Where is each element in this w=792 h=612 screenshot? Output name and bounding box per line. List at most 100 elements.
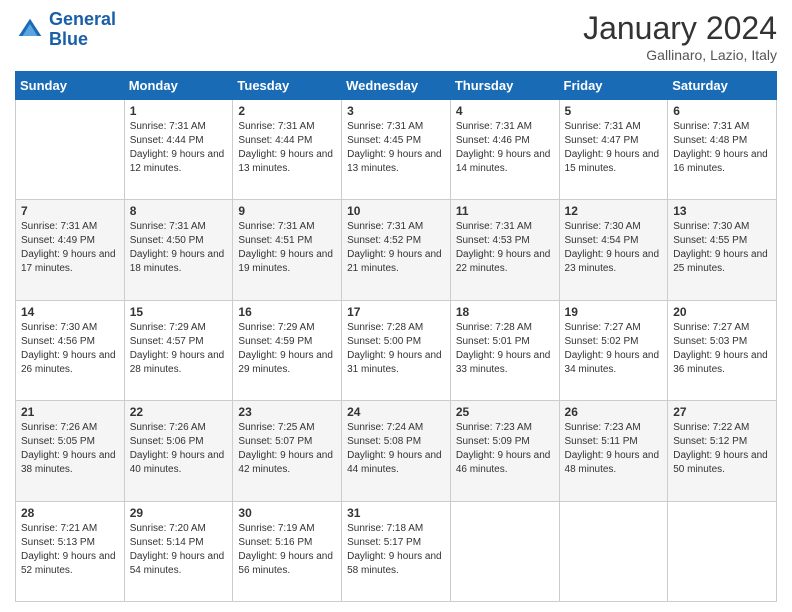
table-row: 13 Sunrise: 7:30 AM Sunset: 4:55 PM Dayl… (668, 200, 777, 300)
title-block: January 2024 Gallinaro, Lazio, Italy (583, 10, 777, 63)
table-row: 16 Sunrise: 7:29 AM Sunset: 4:59 PM Dayl… (233, 300, 342, 400)
table-row: 31 Sunrise: 7:18 AM Sunset: 5:17 PM Dayl… (342, 501, 451, 601)
table-row: 7 Sunrise: 7:31 AM Sunset: 4:49 PM Dayli… (16, 200, 125, 300)
day-number: 16 (238, 305, 336, 319)
cell-daylight: Daylight: 9 hours and 52 minutes. (21, 551, 116, 576)
header: General Blue January 2024 Gallinaro, Laz… (15, 10, 777, 63)
cell-sunset: Sunset: 5:06 PM (130, 436, 204, 447)
table-row (559, 501, 668, 601)
cell-sunset: Sunset: 4:51 PM (238, 235, 312, 246)
cell-sunset: Sunset: 4:59 PM (238, 336, 312, 347)
table-row: 25 Sunrise: 7:23 AM Sunset: 5:09 PM Dayl… (450, 401, 559, 501)
cell-sunset: Sunset: 5:00 PM (347, 336, 421, 347)
cell-sunset: Sunset: 4:57 PM (130, 336, 204, 347)
table-row: 15 Sunrise: 7:29 AM Sunset: 4:57 PM Dayl… (124, 300, 233, 400)
day-number: 25 (456, 405, 554, 419)
table-row: 29 Sunrise: 7:20 AM Sunset: 5:14 PM Dayl… (124, 501, 233, 601)
table-row: 14 Sunrise: 7:30 AM Sunset: 4:56 PM Dayl… (16, 300, 125, 400)
cell-sunset: Sunset: 5:13 PM (21, 537, 95, 548)
day-number: 6 (673, 104, 771, 118)
table-row (450, 501, 559, 601)
table-row (668, 501, 777, 601)
cell-daylight: Daylight: 9 hours and 44 minutes. (347, 450, 442, 475)
cell-sunset: Sunset: 5:01 PM (456, 336, 530, 347)
cell-sunset: Sunset: 4:44 PM (238, 135, 312, 146)
cell-daylight: Daylight: 9 hours and 33 minutes. (456, 350, 551, 375)
cell-daylight: Daylight: 9 hours and 25 minutes. (673, 249, 768, 274)
table-row: 19 Sunrise: 7:27 AM Sunset: 5:02 PM Dayl… (559, 300, 668, 400)
cell-sunrise: Sunrise: 7:25 AM (238, 422, 314, 433)
cell-sunrise: Sunrise: 7:26 AM (130, 422, 206, 433)
month-title: January 2024 (583, 10, 777, 47)
day-number: 1 (130, 104, 228, 118)
cell-sunset: Sunset: 4:56 PM (21, 336, 95, 347)
cell-daylight: Daylight: 9 hours and 40 minutes. (130, 450, 225, 475)
week-row-5: 28 Sunrise: 7:21 AM Sunset: 5:13 PM Dayl… (16, 501, 777, 601)
cell-sunrise: Sunrise: 7:26 AM (21, 422, 97, 433)
calendar-table: Sunday Monday Tuesday Wednesday Thursday… (15, 71, 777, 602)
day-number: 11 (456, 204, 554, 218)
cell-sunset: Sunset: 4:49 PM (21, 235, 95, 246)
cell-daylight: Daylight: 9 hours and 28 minutes. (130, 350, 225, 375)
cell-sunrise: Sunrise: 7:23 AM (456, 422, 532, 433)
table-row: 4 Sunrise: 7:31 AM Sunset: 4:46 PM Dayli… (450, 100, 559, 200)
cell-sunrise: Sunrise: 7:29 AM (238, 322, 314, 333)
week-row-2: 7 Sunrise: 7:31 AM Sunset: 4:49 PM Dayli… (16, 200, 777, 300)
cell-sunrise: Sunrise: 7:22 AM (673, 422, 749, 433)
cell-daylight: Daylight: 9 hours and 15 minutes. (565, 149, 660, 174)
cell-sunset: Sunset: 4:48 PM (673, 135, 747, 146)
cell-sunset: Sunset: 5:07 PM (238, 436, 312, 447)
cell-sunset: Sunset: 5:08 PM (347, 436, 421, 447)
cell-sunrise: Sunrise: 7:20 AM (130, 523, 206, 534)
cell-sunrise: Sunrise: 7:18 AM (347, 523, 423, 534)
col-saturday: Saturday (668, 72, 777, 100)
cell-sunrise: Sunrise: 7:31 AM (130, 221, 206, 232)
day-number: 30 (238, 506, 336, 520)
table-row: 30 Sunrise: 7:19 AM Sunset: 5:16 PM Dayl… (233, 501, 342, 601)
day-number: 26 (565, 405, 663, 419)
logo: General Blue (15, 10, 116, 50)
col-tuesday: Tuesday (233, 72, 342, 100)
cell-sunrise: Sunrise: 7:31 AM (456, 221, 532, 232)
day-number: 12 (565, 204, 663, 218)
day-number: 5 (565, 104, 663, 118)
table-row: 24 Sunrise: 7:24 AM Sunset: 5:08 PM Dayl… (342, 401, 451, 501)
cell-daylight: Daylight: 9 hours and 56 minutes. (238, 551, 333, 576)
calendar-header-row: Sunday Monday Tuesday Wednesday Thursday… (16, 72, 777, 100)
day-number: 4 (456, 104, 554, 118)
cell-sunset: Sunset: 4:44 PM (130, 135, 204, 146)
cell-sunrise: Sunrise: 7:30 AM (21, 322, 97, 333)
logo-icon (15, 15, 45, 45)
table-row: 22 Sunrise: 7:26 AM Sunset: 5:06 PM Dayl… (124, 401, 233, 501)
logo-text: General Blue (49, 10, 116, 50)
col-monday: Monday (124, 72, 233, 100)
cell-sunset: Sunset: 4:46 PM (456, 135, 530, 146)
cell-sunrise: Sunrise: 7:30 AM (565, 221, 641, 232)
day-number: 15 (130, 305, 228, 319)
cell-sunrise: Sunrise: 7:27 AM (565, 322, 641, 333)
cell-daylight: Daylight: 9 hours and 23 minutes. (565, 249, 660, 274)
cell-daylight: Daylight: 9 hours and 14 minutes. (456, 149, 551, 174)
cell-daylight: Daylight: 9 hours and 48 minutes. (565, 450, 660, 475)
day-number: 23 (238, 405, 336, 419)
cell-sunrise: Sunrise: 7:31 AM (238, 221, 314, 232)
cell-sunrise: Sunrise: 7:31 AM (238, 121, 314, 132)
cell-sunset: Sunset: 4:54 PM (565, 235, 639, 246)
cell-sunrise: Sunrise: 7:19 AM (238, 523, 314, 534)
cell-sunrise: Sunrise: 7:31 AM (21, 221, 97, 232)
cell-daylight: Daylight: 9 hours and 26 minutes. (21, 350, 116, 375)
day-number: 14 (21, 305, 119, 319)
cell-sunset: Sunset: 4:45 PM (347, 135, 421, 146)
day-number: 27 (673, 405, 771, 419)
week-row-3: 14 Sunrise: 7:30 AM Sunset: 4:56 PM Dayl… (16, 300, 777, 400)
cell-sunset: Sunset: 4:53 PM (456, 235, 530, 246)
cell-sunrise: Sunrise: 7:31 AM (565, 121, 641, 132)
cell-daylight: Daylight: 9 hours and 29 minutes. (238, 350, 333, 375)
col-thursday: Thursday (450, 72, 559, 100)
cell-sunset: Sunset: 5:17 PM (347, 537, 421, 548)
day-number: 8 (130, 204, 228, 218)
day-number: 29 (130, 506, 228, 520)
table-row: 21 Sunrise: 7:26 AM Sunset: 5:05 PM Dayl… (16, 401, 125, 501)
table-row: 18 Sunrise: 7:28 AM Sunset: 5:01 PM Dayl… (450, 300, 559, 400)
col-friday: Friday (559, 72, 668, 100)
